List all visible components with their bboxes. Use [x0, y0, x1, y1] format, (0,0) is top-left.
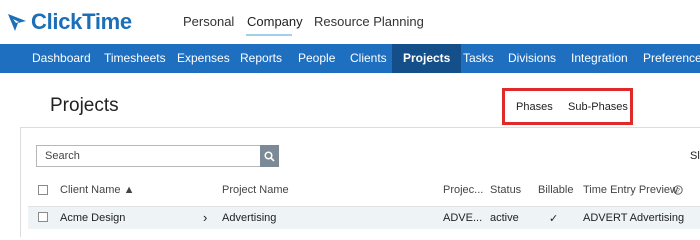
cell-status: active: [490, 212, 519, 224]
tab-resource-planning[interactable]: Resource Planning: [314, 14, 424, 29]
col-billable[interactable]: Billable: [538, 184, 573, 196]
main-nav: Dashboard Timesheets Expenses Reports Pe…: [0, 44, 700, 73]
expand-chevron-icon[interactable]: ›: [203, 210, 207, 225]
tab-company[interactable]: Company: [247, 14, 303, 29]
active-tab-underline: [246, 34, 292, 36]
col-status[interactable]: Status: [490, 184, 521, 196]
clicktime-logo-icon: [8, 14, 26, 31]
search-icon: [264, 150, 275, 162]
search-button[interactable]: [260, 145, 279, 167]
truncated-label: Sl: [690, 150, 700, 162]
nav-divisions[interactable]: Divisions: [508, 44, 556, 73]
col-time-entry-preview[interactable]: Time Entry Preview: [583, 184, 678, 196]
logo[interactable]: ClickTime: [6, 9, 132, 35]
cell-project-code: ADVE...: [443, 212, 483, 224]
nav-integration[interactable]: Integration: [571, 44, 628, 73]
billable-check-icon: ✓: [549, 213, 559, 225]
nav-tasks[interactable]: Tasks: [463, 44, 494, 73]
select-all-checkbox[interactable]: [38, 185, 48, 195]
tab-personal[interactable]: Personal: [183, 14, 234, 29]
logo-text: ClickTime: [31, 9, 132, 34]
cell-client-name: Acme Design: [60, 212, 126, 224]
cell-time-entry-preview: ADVERT Advertising: [583, 212, 685, 224]
nav-people[interactable]: People: [298, 44, 335, 73]
cell-project-name[interactable]: Advertising: [222, 212, 276, 224]
search-input[interactable]: [36, 145, 260, 167]
nav-reports[interactable]: Reports: [240, 44, 282, 73]
nav-clients[interactable]: Clients: [350, 44, 387, 73]
row-checkbox[interactable]: [38, 212, 48, 222]
phases-link[interactable]: Phases: [516, 101, 553, 113]
col-project-code[interactable]: Projec...: [443, 184, 483, 196]
nav-preferences[interactable]: Preferences: [643, 44, 700, 73]
page-title: Projects: [50, 95, 119, 116]
nav-timesheets[interactable]: Timesheets: [104, 44, 166, 73]
col-project-name[interactable]: Project Name: [222, 184, 289, 196]
sub-phases-link[interactable]: Sub-Phases: [568, 101, 628, 113]
nav-dashboard[interactable]: Dashboard: [32, 44, 91, 73]
nav-expenses[interactable]: Expenses: [177, 44, 230, 73]
nav-projects[interactable]: Projects: [392, 44, 462, 73]
help-icon[interactable]: ?: [673, 185, 683, 195]
top-header: ClickTime Personal Company Resource Plan…: [0, 0, 700, 44]
svg-text:?: ?: [676, 188, 680, 195]
col-client-name[interactable]: Client Name ▲: [60, 184, 134, 196]
